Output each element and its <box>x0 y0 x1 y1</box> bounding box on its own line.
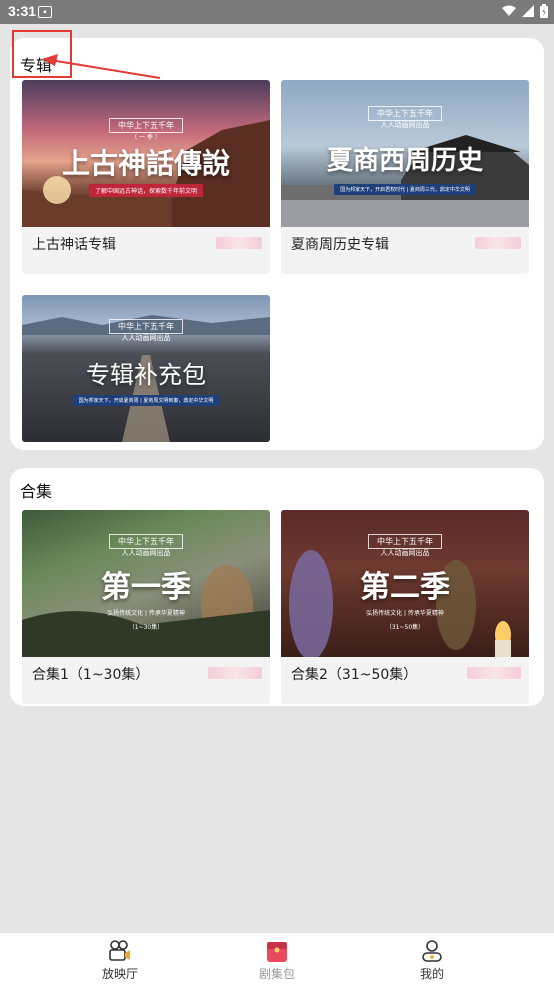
collection-poster-1: 中华上下五千年 人人动画网出品 第一季 弘扬传统文化 | 传承华夏精神 （1~3… <box>22 510 270 657</box>
collections-section: 合集 中华上下五千年 人人动画网出品 第一季 弘扬传统文化 | 传承华夏精神 （… <box>10 468 544 706</box>
wifi-icon <box>502 5 516 16</box>
album-poster-2: 中华上下五千年 人人动画网出品 夏商西周历史 国为邦家天下，开启君权时代 | 夏… <box>281 80 529 227</box>
poster-title: 第二季 <box>360 570 450 605</box>
poster-episodes: （1~30集） <box>128 624 164 631</box>
system-icons <box>502 4 548 18</box>
annotation-highlight-box <box>12 30 72 78</box>
camera-icon <box>109 940 130 961</box>
blurred-price <box>467 667 521 679</box>
album-poster-1: 中华上下五千年 （ 一 季 ） 上古神話傳說 了解中国远古神话，探索数千年前文明 <box>22 80 270 227</box>
bottom-nav: 放映厅 剧集包 我的 <box>0 932 554 986</box>
poster-subtitle: （ 一 季 ） <box>131 134 161 141</box>
poster-title: 专辑补充包 <box>86 361 206 389</box>
album-label: 夏商周历史专辑 <box>291 237 389 253</box>
poster-badge: 中华上下五千年 <box>109 534 183 549</box>
status-time: 3:31 <box>8 3 37 19</box>
poster-badge: 中华上下五千年 <box>109 319 183 334</box>
poster-badge: 中华上下五千年 <box>368 534 442 549</box>
poster-subtitle: 人人动画网出品 <box>121 549 171 557</box>
poster-banner: 国为邦家天下，开启夏商周 | 夏商周文明到秦，鼎定中华文明 <box>72 395 220 406</box>
nav-mine[interactable]: 我的 <box>392 933 472 986</box>
nav-label: 我的 <box>419 967 444 981</box>
album-poster-3: 中华上下五千年 人人动画网出品 专辑补充包 国为邦家天下，开启夏商周 | 夏商周… <box>22 295 270 442</box>
poster-badge: 中华上下五千年 <box>368 106 442 121</box>
poster-banner: 了解中国远古神话，探索数千年前文明 <box>88 184 204 197</box>
album-tile-2[interactable]: 中华上下五千年 人人动画网出品 夏商西周历史 国为邦家天下，开启君权时代 | 夏… <box>281 80 529 274</box>
gift-icon <box>267 942 287 962</box>
poster-title: 夏商西周历史 <box>326 146 483 176</box>
collection-label: 合集2（31~50集） <box>291 667 418 683</box>
nav-label: 放映厅 <box>101 967 138 981</box>
notification-app-icon: ▪ <box>38 6 52 18</box>
poster-banner: 弘扬传统文化 | 传承华夏精神 <box>107 610 185 617</box>
status-bar: 3:31 ▪ <box>0 0 554 24</box>
poster-badge: 中华上下五千年 <box>109 118 183 133</box>
album-tile-3[interactable]: 中华上下五千年 人人动画网出品 专辑补充包 国为邦家天下，开启夏商周 | 夏商周… <box>22 295 270 442</box>
poster-subtitle: 人人动画网出品 <box>380 549 430 557</box>
poster-subtitle: 人人动画网出品 <box>380 121 430 129</box>
album-tile-1[interactable]: 中华上下五千年 （ 一 季 ） 上古神話傳說 了解中国远古神话，探索数千年前文明… <box>22 80 270 274</box>
collection-tile-1[interactable]: 中华上下五千年 人人动画网出品 第一季 弘扬传统文化 | 传承华夏精神 （1~3… <box>22 510 270 704</box>
collections-title: 合集 <box>20 482 53 501</box>
poster-episodes: （31~50集） <box>385 624 425 631</box>
poster-banner: 国为邦家天下，开启君权时代 | 夏商周三代，鼎定中华文明 <box>334 184 476 195</box>
blurred-price <box>208 667 262 679</box>
collection-poster-2: 中华上下五千年 人人动画网出品 第二季 弘扬传统文化 | 传承华夏精神 （31~… <box>281 510 529 657</box>
collection-tile-2[interactable]: 中华上下五千年 人人动画网出品 第二季 弘扬传统文化 | 传承华夏精神 （31~… <box>281 510 529 704</box>
collection-label: 合集1（1~30集） <box>32 667 150 683</box>
signal-icon <box>522 5 534 17</box>
poster-title: 上古神話傳說 <box>61 147 230 180</box>
blurred-price <box>216 237 262 249</box>
nav-theater[interactable]: 放映厅 <box>80 933 160 986</box>
poster-subtitle: 人人动画网出品 <box>121 334 171 342</box>
nav-episode-pack[interactable]: 剧集包 <box>237 933 317 986</box>
user-icon <box>422 940 442 962</box>
poster-banner: 弘扬传统文化 | 传承华夏精神 <box>366 610 444 617</box>
album-label: 上古神话专辑 <box>32 237 116 253</box>
battery-icon <box>540 4 548 18</box>
albums-section: 专辑 中华上下五千年 （ 一 季 ） 上古神話傳說 了解中国远古神话，探索数千年… <box>10 38 544 450</box>
nav-label: 剧集包 <box>258 967 295 981</box>
poster-title: 第一季 <box>101 570 191 605</box>
blurred-price <box>475 237 521 249</box>
